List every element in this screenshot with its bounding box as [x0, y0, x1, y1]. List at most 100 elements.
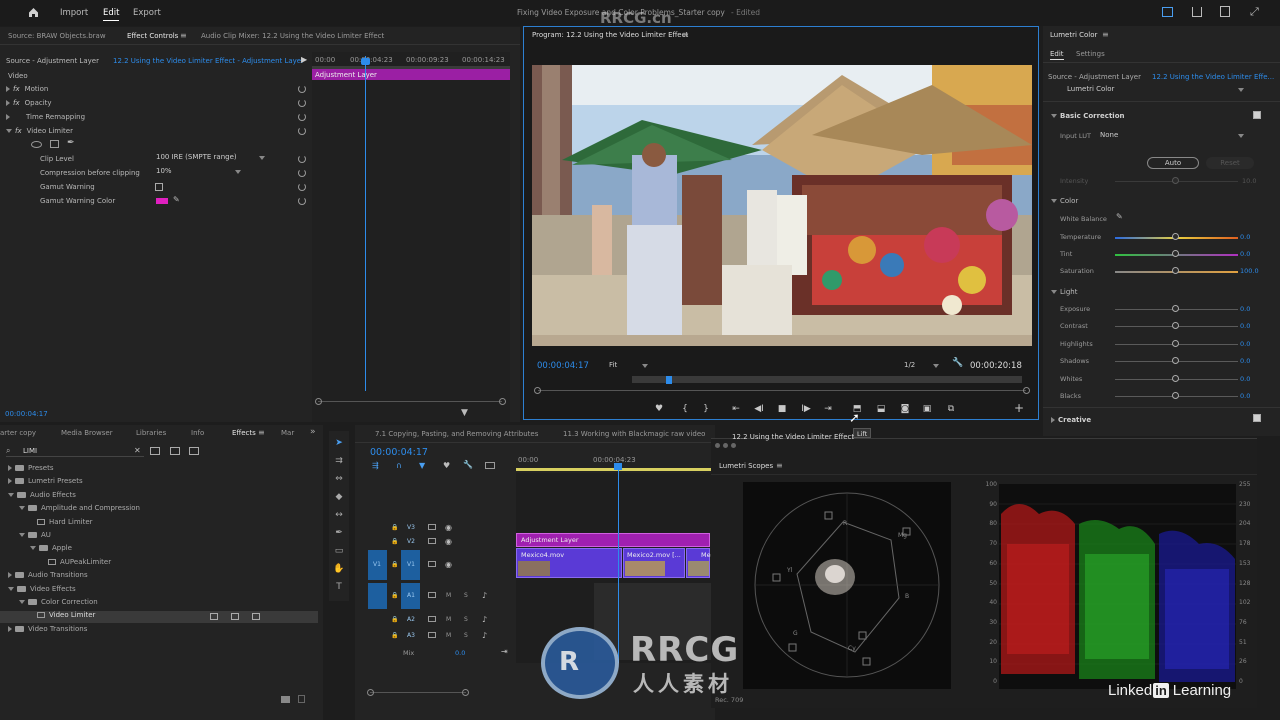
- solo-button[interactable]: S: [464, 616, 468, 623]
- step-back-icon[interactable]: ◀I: [752, 404, 766, 414]
- creative-header[interactable]: Creative: [1051, 416, 1091, 424]
- sync-lock-icon[interactable]: [428, 616, 436, 622]
- eyedropper-icon[interactable]: ✎: [173, 195, 180, 204]
- eye-icon[interactable]: ◉: [445, 560, 452, 569]
- eye-icon[interactable]: ◉: [445, 537, 452, 546]
- light-header[interactable]: Light: [1051, 288, 1077, 296]
- scopes-title[interactable]: Lumetri Scopes: [719, 462, 773, 470]
- effects-folder[interactable]: Apple: [0, 544, 318, 556]
- effects-item[interactable]: Hard Limiter: [0, 518, 318, 530]
- mute-button[interactable]: M: [446, 632, 451, 639]
- light-slider-knob[interactable]: [1172, 392, 1179, 399]
- export-frame-icon[interactable]: ◙: [898, 404, 912, 414]
- ellipse-mask-icon[interactable]: [31, 141, 42, 148]
- chevron-right-icon[interactable]: [8, 625, 12, 632]
- tab-sequence-11-3[interactable]: 11.3 Working with Blackmagic raw video: [563, 430, 705, 438]
- solo-button[interactable]: S: [464, 632, 468, 639]
- reset-clip-level-icon[interactable]: [298, 155, 306, 163]
- timeline-scrollbar[interactable]: [370, 692, 466, 693]
- light-slider-knob[interactable]: [1172, 357, 1179, 365]
- effect-time-remapping[interactable]: Time Remapping: [6, 113, 85, 121]
- effects-search-field[interactable]: ⌕ LIMI ✕: [6, 446, 144, 457]
- chevron-down-icon[interactable]: [19, 506, 25, 511]
- chevron-down-icon[interactable]: [30, 546, 36, 551]
- extract-icon[interactable]: ⬓: [874, 404, 888, 414]
- light-slider-knob[interactable]: [1172, 339, 1179, 347]
- reset-gamut-warning-icon[interactable]: [298, 183, 306, 191]
- reset-opacity-icon[interactable]: [298, 99, 306, 107]
- hand-tool-icon[interactable]: ✋: [333, 563, 345, 575]
- sync-lock-icon[interactable]: [428, 592, 436, 598]
- delete-icon[interactable]: [298, 695, 305, 703]
- tab-edit[interactable]: Edit: [1050, 50, 1064, 60]
- wrench-icon[interactable]: 🔧: [952, 358, 963, 368]
- selection-tool-icon[interactable]: ➤: [333, 437, 345, 449]
- clip-mexico4[interactable]: Mexico4.mov: [516, 548, 622, 578]
- clip-mexico2[interactable]: Mexico2.mov [...: [623, 548, 685, 578]
- gamut-warning-checkbox[interactable]: [155, 183, 163, 191]
- rectangle-mask-icon[interactable]: [50, 140, 59, 148]
- source-patch[interactable]: V1: [368, 550, 387, 580]
- lock-icon[interactable]: 🔒: [391, 561, 398, 568]
- lumetri-sequence-label[interactable]: 12.2 Using the Video Limiter Effe...: [1152, 73, 1274, 81]
- reset-button[interactable]: Reset: [1206, 157, 1254, 169]
- new-bin-icon[interactable]: [281, 696, 290, 703]
- resolution-dropdown[interactable]: 1/2: [904, 361, 942, 371]
- home-icon[interactable]: [28, 7, 39, 18]
- light-slider-knob[interactable]: [1172, 374, 1179, 382]
- zoom-bar[interactable]: [632, 376, 1022, 383]
- lumetri-preset-dropdown[interactable]: Lumetri Color: [1067, 85, 1247, 95]
- step-forward-icon[interactable]: I▶: [799, 404, 813, 414]
- color-header[interactable]: Color: [1051, 197, 1078, 205]
- effects-folder[interactable]: Audio Transitions: [0, 571, 318, 583]
- effects-folder[interactable]: Presets: [0, 464, 318, 476]
- add-marker-icon[interactable]: ♥: [652, 404, 666, 414]
- ec-timecode[interactable]: 00:00:04:17: [5, 410, 48, 418]
- chevron-down-icon[interactable]: [19, 533, 25, 537]
- gamut-color-swatch[interactable]: [156, 198, 168, 204]
- mark-out-icon[interactable]: }: [699, 404, 713, 414]
- ec-timeline[interactable]: 00:00 00:00:04:23 00:00:09:23 00:00:14:2…: [312, 52, 510, 422]
- timeline-playhead[interactable]: [618, 463, 619, 663]
- go-to-in-icon[interactable]: ⇤: [729, 404, 743, 414]
- timeline-timecode[interactable]: 00:00:04:17: [370, 447, 428, 458]
- scroll-right-handle[interactable]: [1023, 387, 1030, 394]
- rectangle-tool-icon[interactable]: ▭: [333, 545, 345, 557]
- lock-icon[interactable]: 🔒: [391, 632, 398, 639]
- mute-button[interactable]: M: [446, 592, 451, 599]
- tab-effect-controls[interactable]: Effect Controls: [127, 32, 178, 40]
- solo-button[interactable]: S: [464, 592, 468, 599]
- reset-gamut-color-icon[interactable]: [298, 197, 306, 205]
- panel-menu-icon[interactable]: ≡: [682, 30, 689, 39]
- ec-scroll-right[interactable]: [499, 398, 506, 405]
- clear-search-icon[interactable]: ✕: [134, 446, 141, 455]
- color-row-value[interactable]: 100.0: [1240, 267, 1259, 275]
- color-slider-knob[interactable]: [1172, 250, 1179, 257]
- add-button-icon[interactable]: +: [1012, 402, 1026, 414]
- light-slider-knob[interactable]: [1172, 305, 1179, 312]
- tab-settings[interactable]: Settings: [1076, 50, 1105, 58]
- panel-menu-icon[interactable]: ≡: [1102, 30, 1109, 39]
- sequence-12-2-tab[interactable]: 12.2 Using the Video Limiter Effect: [732, 433, 854, 441]
- effects-item[interactable]: AUPeakLimiter: [0, 558, 318, 570]
- clip-me[interactable]: Me: [686, 548, 711, 578]
- reset-motion-icon[interactable]: [298, 85, 306, 93]
- color-slider-knob[interactable]: [1172, 267, 1179, 274]
- sync-lock-icon[interactable]: [428, 632, 436, 638]
- tab-info[interactable]: Info: [191, 429, 204, 437]
- ec-scroll-left[interactable]: [315, 398, 322, 405]
- basic-correction-header[interactable]: Basic Correction: [1051, 112, 1125, 120]
- color-slider-knob[interactable]: [1172, 233, 1179, 240]
- 32bit-filter-icon[interactable]: [170, 447, 180, 455]
- compression-dropdown[interactable]: 10%: [156, 167, 246, 177]
- slip-tool-icon[interactable]: ↔: [333, 509, 345, 521]
- fullscreen-icon[interactable]: ⤢: [1250, 5, 1259, 19]
- pen-tool-icon[interactable]: ✒: [333, 527, 345, 539]
- eye-icon[interactable]: ◉: [445, 523, 452, 532]
- microphone-icon[interactable]: ♪: [482, 591, 487, 600]
- play-only-icon[interactable]: ▶: [301, 55, 307, 64]
- quick-export-icon[interactable]: [1220, 6, 1230, 17]
- source-patch[interactable]: [368, 583, 387, 609]
- basic-correction-checkbox[interactable]: [1253, 111, 1261, 119]
- lock-icon[interactable]: 🔒: [391, 524, 398, 531]
